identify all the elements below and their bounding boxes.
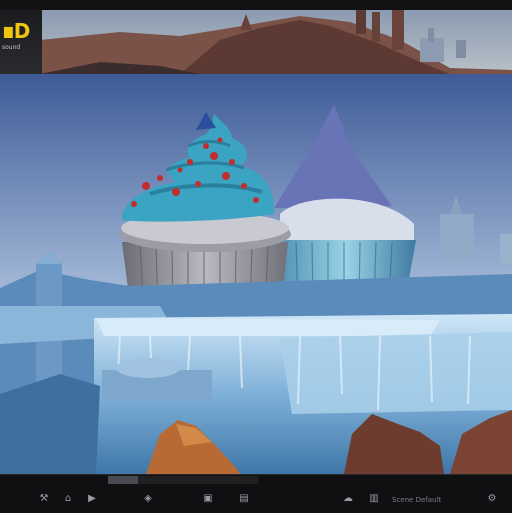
cursor-icon[interactable]: ◈ (140, 490, 156, 508)
banner-preview: ∎D sound (0, 10, 512, 75)
render-progress (108, 476, 258, 484)
camera-icon[interactable]: ⌂ (60, 490, 76, 508)
play-icon[interactable]: ▶ (84, 490, 100, 508)
scene-viewport[interactable] (0, 74, 512, 474)
banner-scene (0, 10, 512, 74)
cloud-icon[interactable]: ☁ (340, 490, 356, 508)
lock-icon[interactable]: ▥ (366, 490, 382, 508)
logo-subtitle: sound (2, 44, 21, 51)
scene-render (0, 74, 512, 474)
tools-icon[interactable]: ⚒ (36, 490, 52, 508)
title-bar (0, 0, 512, 10)
render-progress-fill (108, 476, 138, 484)
banner-sidebar: ∎D sound (0, 10, 42, 74)
layers-icon[interactable]: ▣ (200, 490, 216, 508)
folder-icon[interactable]: ▤ (236, 490, 252, 508)
app-logo[interactable]: ∎D (2, 20, 38, 42)
logo-text: D (13, 19, 31, 43)
status-label: Scene Default (392, 496, 442, 504)
settings-icon[interactable]: ⚙ (484, 490, 500, 508)
